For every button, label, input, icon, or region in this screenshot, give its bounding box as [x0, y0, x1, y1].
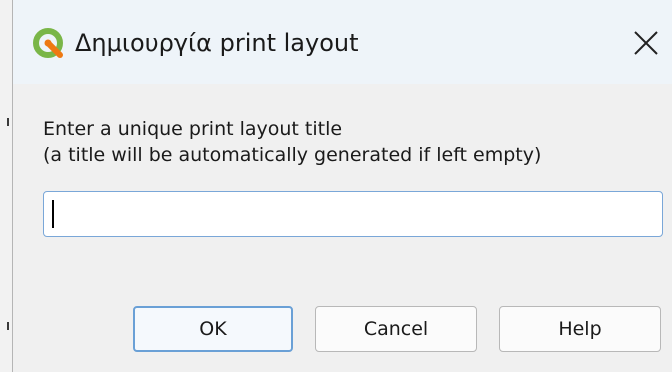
dialog-title: Δημιουργία print layout — [75, 29, 359, 57]
help-button[interactable]: Help — [499, 306, 661, 352]
close-button[interactable] — [625, 22, 667, 64]
ok-button[interactable]: OK — [133, 306, 293, 352]
screen: Δημιουργία print layout Enter a unique p… — [0, 0, 672, 372]
title-hint-label: (a title will be automatically generated… — [43, 144, 542, 166]
cancel-button[interactable]: Cancel — [315, 306, 477, 352]
background-window-edge — [0, 0, 12, 372]
layout-title-input[interactable] — [43, 191, 663, 237]
background-tick-mark — [7, 118, 9, 126]
dialog-titlebar[interactable]: Δημιουργία print layout — [13, 0, 672, 84]
background-tick-mark — [7, 322, 9, 330]
create-print-layout-dialog: Δημιουργία print layout Enter a unique p… — [12, 0, 672, 372]
title-prompt-label: Enter a unique print layout title — [43, 118, 343, 140]
qgis-logo-icon — [33, 28, 65, 60]
text-caret — [52, 200, 54, 228]
close-icon — [634, 31, 658, 55]
